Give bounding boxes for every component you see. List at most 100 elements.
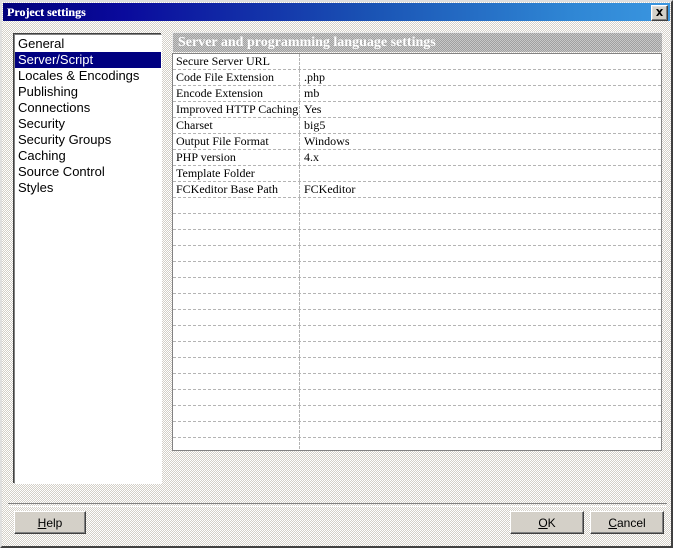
category-listbox[interactable]: General Server/Script Locales & Encodings P…	[14, 34, 162, 484]
setting-value[interactable]: big5	[300, 118, 661, 133]
table-row[interactable]: PHP version 4.x	[173, 150, 661, 166]
panel-header-title: Server and programming language settings	[178, 34, 436, 50]
settings-table[interactable]: Secure Server URL Code File Extension .php…	[172, 53, 662, 451]
setting-label	[173, 342, 300, 357]
sidebar-item[interactable]: General	[15, 36, 161, 52]
table-row[interactable]	[173, 198, 661, 214]
close-x-icon	[655, 9, 664, 17]
setting-label	[173, 406, 300, 421]
setting-label	[173, 198, 300, 213]
setting-label	[173, 310, 300, 325]
setting-value[interactable]	[300, 294, 661, 309]
setting-label: Secure Server URL	[173, 54, 300, 69]
sidebar-item-label: Security Groups	[18, 132, 112, 147]
table-row[interactable]: Encode Extension mb	[173, 86, 661, 102]
table-row[interactable]: FCKeditor Base Path FCKeditor	[173, 182, 661, 198]
setting-value[interactable]: FCKeditor	[300, 182, 661, 197]
table-row[interactable]: Output File Format Windows	[173, 134, 661, 150]
setting-label	[173, 438, 300, 450]
setting-value[interactable]	[300, 214, 661, 229]
sidebar-item[interactable]: Styles	[15, 180, 161, 196]
table-row[interactable]	[173, 262, 661, 278]
setting-label: Output File Format	[173, 134, 300, 149]
close-button[interactable]	[651, 5, 668, 21]
help-button-label: Help	[38, 516, 63, 530]
setting-label	[173, 246, 300, 261]
setting-value[interactable]	[300, 358, 661, 373]
setting-value[interactable]: mb	[300, 86, 661, 101]
table-row[interactable]	[173, 422, 661, 438]
cancel-accel: C	[608, 515, 617, 530]
setting-value[interactable]: 4.x	[300, 150, 661, 165]
table-row[interactable]	[173, 342, 661, 358]
cancel-button[interactable]: Cancel	[590, 511, 664, 534]
setting-label	[173, 262, 300, 277]
setting-label	[173, 278, 300, 293]
table-row[interactable]: Code File Extension .php	[173, 70, 661, 86]
setting-value[interactable]	[300, 262, 661, 277]
ok-button-label: OK	[538, 516, 555, 530]
ok-button[interactable]: OK	[510, 511, 584, 534]
setting-label	[173, 390, 300, 405]
table-row[interactable]	[173, 374, 661, 390]
setting-value[interactable]: Windows	[300, 134, 661, 149]
setting-label	[173, 214, 300, 229]
setting-label: PHP version	[173, 150, 300, 165]
setting-value[interactable]	[300, 54, 661, 69]
setting-label: Template Folder	[173, 166, 300, 181]
help-button[interactable]: Help	[14, 511, 86, 534]
table-row[interactable]: Secure Server URL	[173, 54, 661, 70]
setting-value[interactable]	[300, 438, 661, 450]
table-row[interactable]	[173, 278, 661, 294]
ok-rest: K	[547, 515, 556, 530]
setting-value[interactable]	[300, 406, 661, 421]
table-row[interactable]	[173, 358, 661, 374]
sidebar-item[interactable]: Server/Script	[15, 52, 161, 68]
table-row[interactable]	[173, 390, 661, 406]
setting-label: Code File Extension	[173, 70, 300, 85]
title-bar[interactable]: Project settings	[3, 3, 670, 21]
setting-label: FCKeditor Base Path	[173, 182, 300, 197]
table-row[interactable]	[173, 230, 661, 246]
setting-value[interactable]	[300, 166, 661, 181]
setting-label: Charset	[173, 118, 300, 133]
setting-value[interactable]	[300, 310, 661, 325]
ok-accel: O	[538, 515, 548, 530]
table-row[interactable]: Charset big5	[173, 118, 661, 134]
setting-value[interactable]	[300, 422, 661, 437]
sidebar-item-label: Security	[18, 116, 65, 131]
setting-value[interactable]	[300, 374, 661, 389]
table-row[interactable]	[173, 294, 661, 310]
setting-value[interactable]	[300, 390, 661, 405]
setting-value[interactable]: Yes	[300, 102, 661, 117]
setting-value[interactable]	[300, 198, 661, 213]
setting-value[interactable]	[300, 230, 661, 245]
table-row[interactable]	[173, 326, 661, 342]
table-row[interactable]	[173, 406, 661, 422]
sidebar-item[interactable]: Connections	[15, 100, 161, 116]
sidebar-item[interactable]: Publishing	[15, 84, 161, 100]
setting-value[interactable]: .php	[300, 70, 661, 85]
table-row[interactable]: Improved HTTP Caching Yes	[173, 102, 661, 118]
cancel-rest: ancel	[616, 515, 646, 530]
table-row[interactable]	[173, 310, 661, 326]
table-row[interactable]	[173, 214, 661, 230]
sidebar-item-label: Source Control	[18, 164, 105, 179]
sidebar-item[interactable]: Source Control	[15, 164, 161, 180]
panel-header: Server and programming language settings	[172, 32, 662, 52]
sidebar-item-label: Styles	[18, 180, 54, 195]
cancel-button-label: Cancel	[608, 516, 645, 530]
sidebar-item[interactable]: Caching	[15, 148, 161, 164]
setting-value[interactable]	[300, 278, 661, 293]
sidebar-item[interactable]: Locales & Encodings	[15, 68, 161, 84]
table-row[interactable]	[173, 246, 661, 262]
sidebar-item-label: Server/Script	[18, 52, 94, 67]
setting-value[interactable]	[300, 342, 661, 357]
table-row[interactable]	[173, 438, 661, 450]
sidebar-item[interactable]: Security Groups	[15, 132, 161, 148]
sidebar-item[interactable]: Security	[15, 116, 161, 132]
setting-value[interactable]	[300, 326, 661, 341]
setting-value[interactable]	[300, 246, 661, 261]
table-row[interactable]: Template Folder	[173, 166, 661, 182]
sidebar-item-label: Connections	[18, 100, 91, 115]
